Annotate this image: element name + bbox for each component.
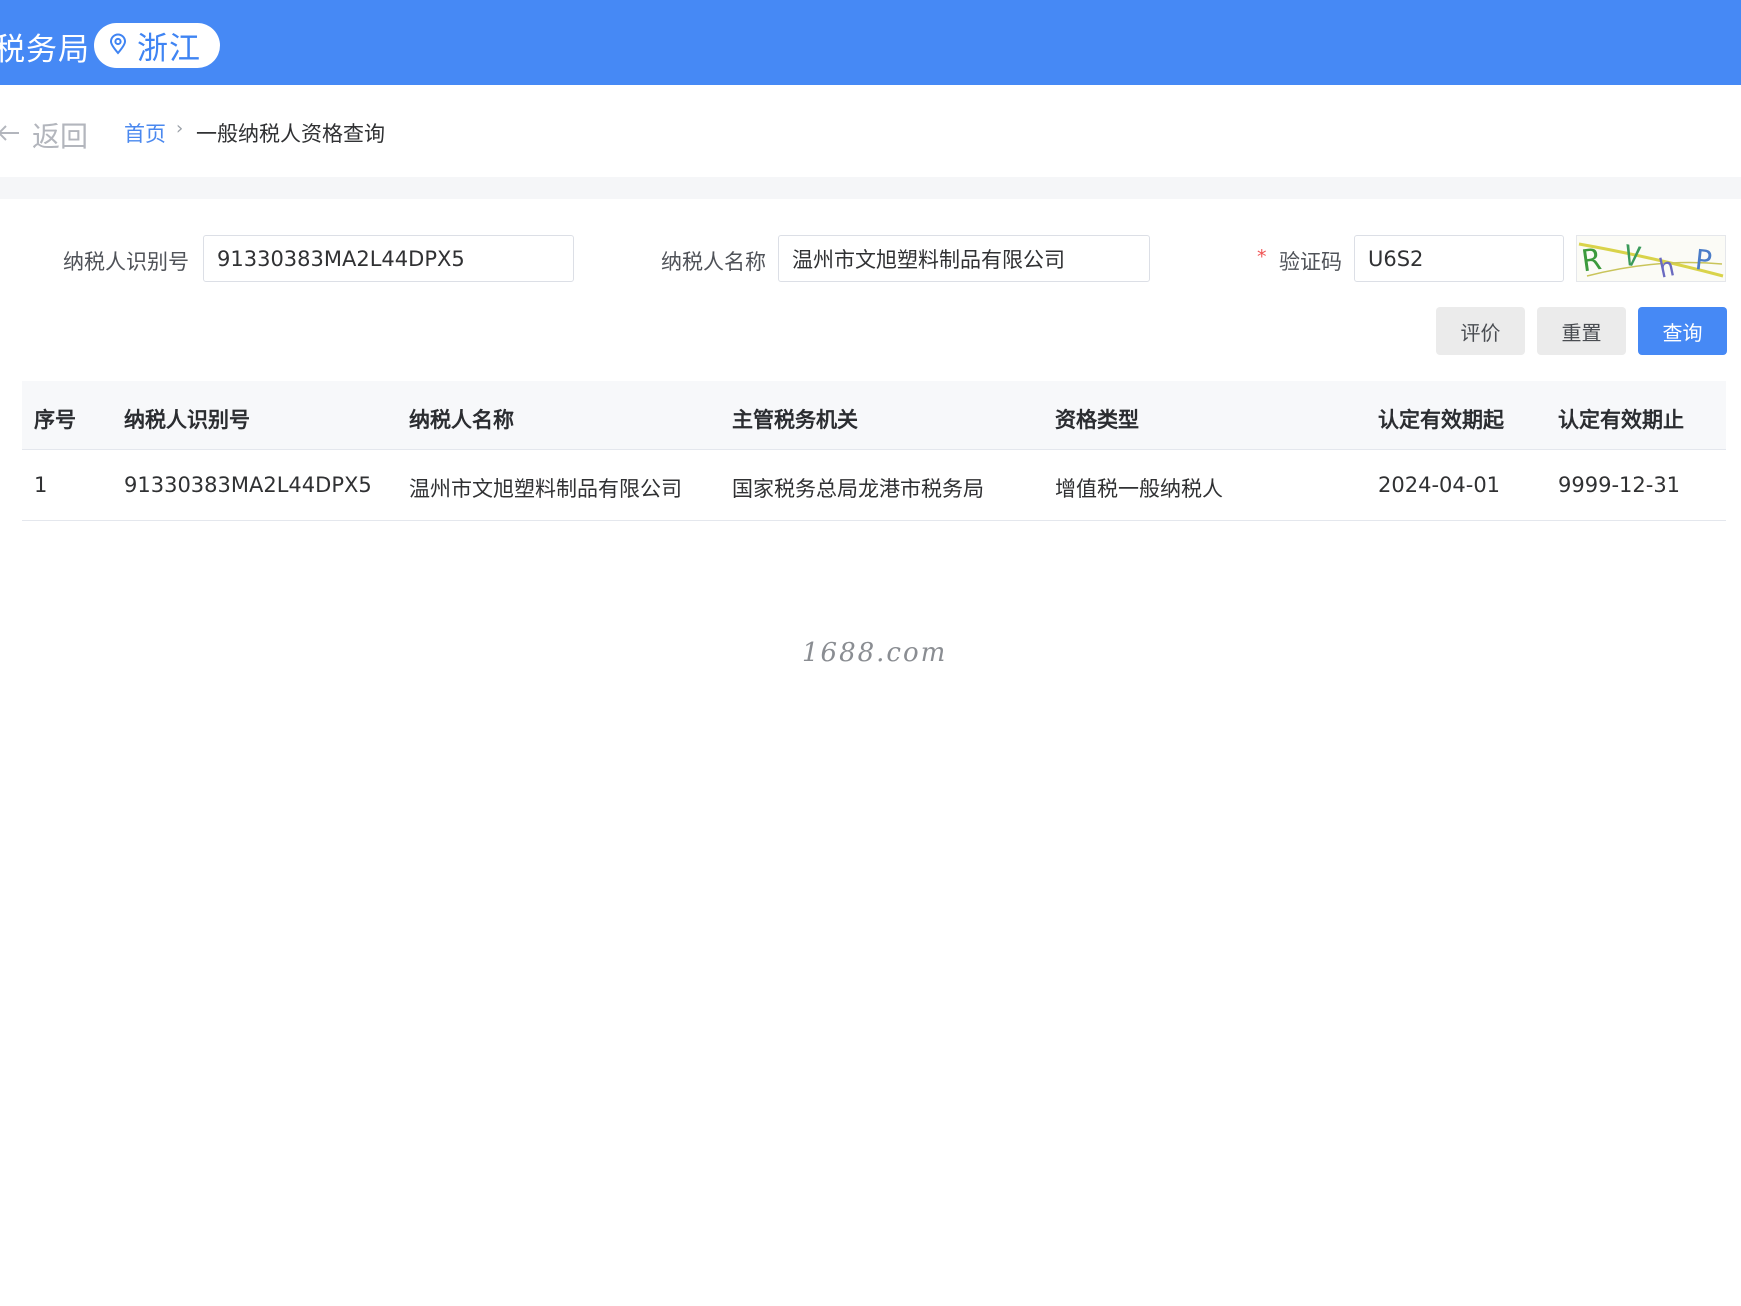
captcha-label: 验证码 [1279,250,1342,274]
taxpayer-name-input[interactable] [778,235,1150,282]
cell-taxpayer-name: 温州市文旭塑料制品有限公司 [409,477,682,501]
captcha-input[interactable] [1354,235,1564,282]
watermark: 1688.com [802,638,948,668]
arrow-left-icon [0,123,20,147]
cell-valid-from: 2024-04-01 [1378,473,1501,497]
taxpayer-name-label: 纳税人名称 [661,250,766,274]
column-header-tax-authority: 主管税务机关 [732,408,858,432]
cell-index: 1 [34,473,48,497]
breadcrumb-separator: › [176,118,184,139]
captcha-image[interactable]: R V h P [1576,235,1726,282]
cell-qualification-type: 增值税一般纳税人 [1055,477,1223,501]
region-selector[interactable]: 浙江 [94,23,220,68]
evaluate-button[interactable]: 评价 [1436,307,1525,355]
captcha-char-3: h [1656,252,1678,281]
table-header: 序号 纳税人识别号 纳税人名称 主管税务机关 资格类型 认定有效期起 认定有效期… [22,381,1726,450]
captcha-char-4: P [1693,243,1713,278]
captcha-char-2: V [1621,239,1643,274]
cell-valid-to: 9999-12-31 [1558,473,1681,497]
top-header: 税务局 浙江 [0,0,1741,85]
site-brand: 税务局 [0,32,90,68]
table-row: 1 91330383MA2L44DPX5 温州市文旭塑料制品有限公司 国家税务总… [22,450,1726,521]
region-label: 浙江 [137,31,201,67]
breadcrumb-current: 一般纳税人资格查询 [196,122,385,146]
cell-tax-authority: 国家税务总局龙港市税务局 [732,477,984,501]
query-button[interactable]: 查询 [1638,307,1727,355]
taxpayer-id-label: 纳税人识别号 [63,250,189,274]
location-pin-icon [108,33,128,59]
column-header-qualification-type: 资格类型 [1055,408,1139,432]
column-header-index: 序号 [34,408,76,432]
back-button[interactable]: 返回 [0,115,88,155]
navigation-bar: 返回 首页 › 一般纳税人资格查询 [0,85,1741,177]
results-table: 序号 纳税人识别号 纳税人名称 主管税务机关 资格类型 认定有效期起 认定有效期… [22,381,1726,521]
column-header-taxpayer-id: 纳税人识别号 [124,408,250,432]
reset-button[interactable]: 重置 [1537,307,1626,355]
taxpayer-id-input[interactable] [203,235,574,282]
cell-taxpayer-id: 91330383MA2L44DPX5 [124,473,372,497]
breadcrumb-home[interactable]: 首页 [124,118,166,148]
column-header-valid-to: 认定有效期止 [1558,408,1684,432]
back-label: 返回 [32,120,89,153]
section-divider [0,177,1741,199]
required-mark: * [1257,246,1267,268]
column-header-taxpayer-name: 纳税人名称 [409,408,514,432]
column-header-valid-from: 认定有效期起 [1378,408,1504,432]
